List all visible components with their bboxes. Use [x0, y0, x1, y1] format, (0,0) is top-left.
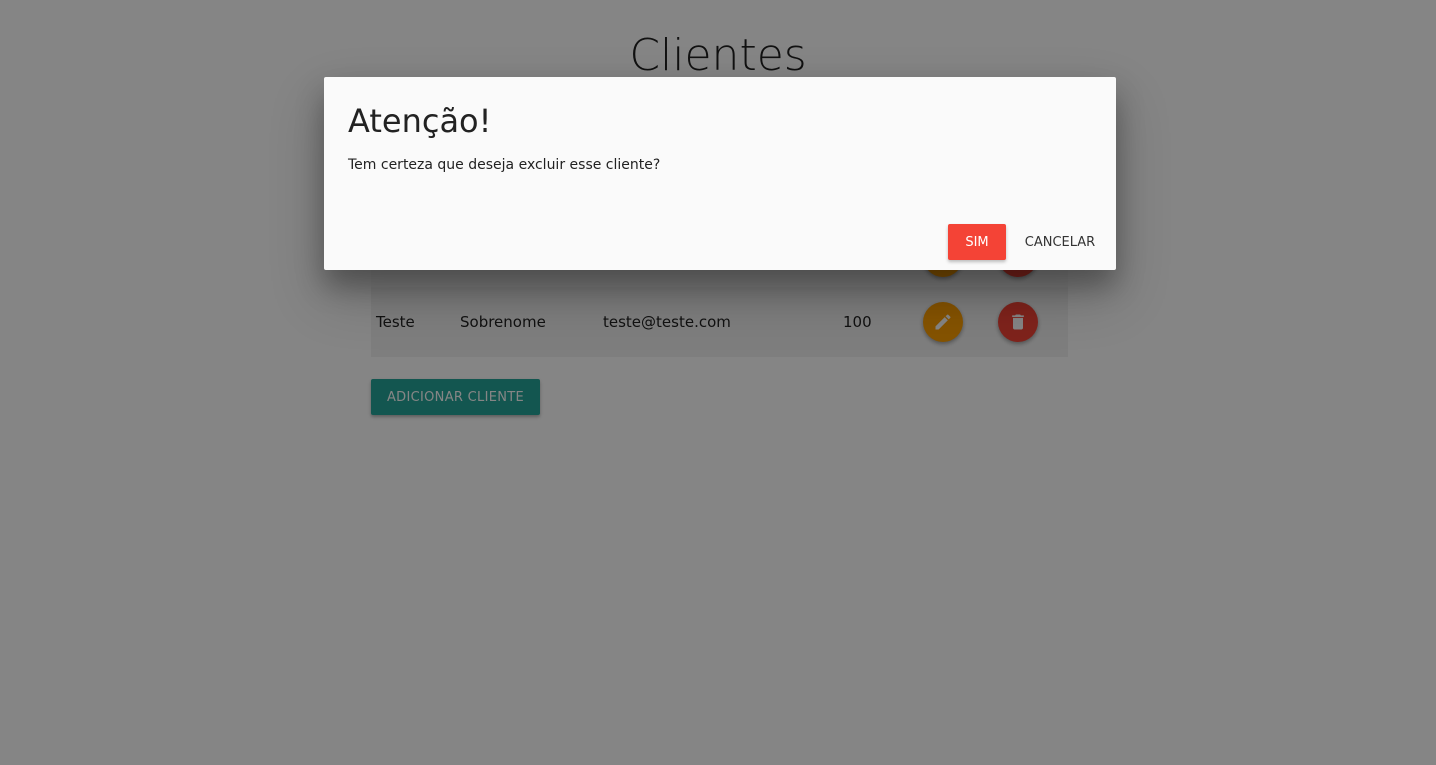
cancel-button[interactable]: CANCELAR: [1018, 224, 1102, 260]
page: Clientes Teste Sobrenome teste@teste.com…: [0, 0, 1436, 765]
dialog-title: Atenção!: [348, 102, 492, 140]
confirm-button[interactable]: SIM: [948, 224, 1006, 260]
confirm-delete-dialog: Atenção! Tem certeza que deseja excluir …: [324, 77, 1116, 270]
dialog-message: Tem certeza que deseja excluir esse clie…: [348, 157, 661, 173]
